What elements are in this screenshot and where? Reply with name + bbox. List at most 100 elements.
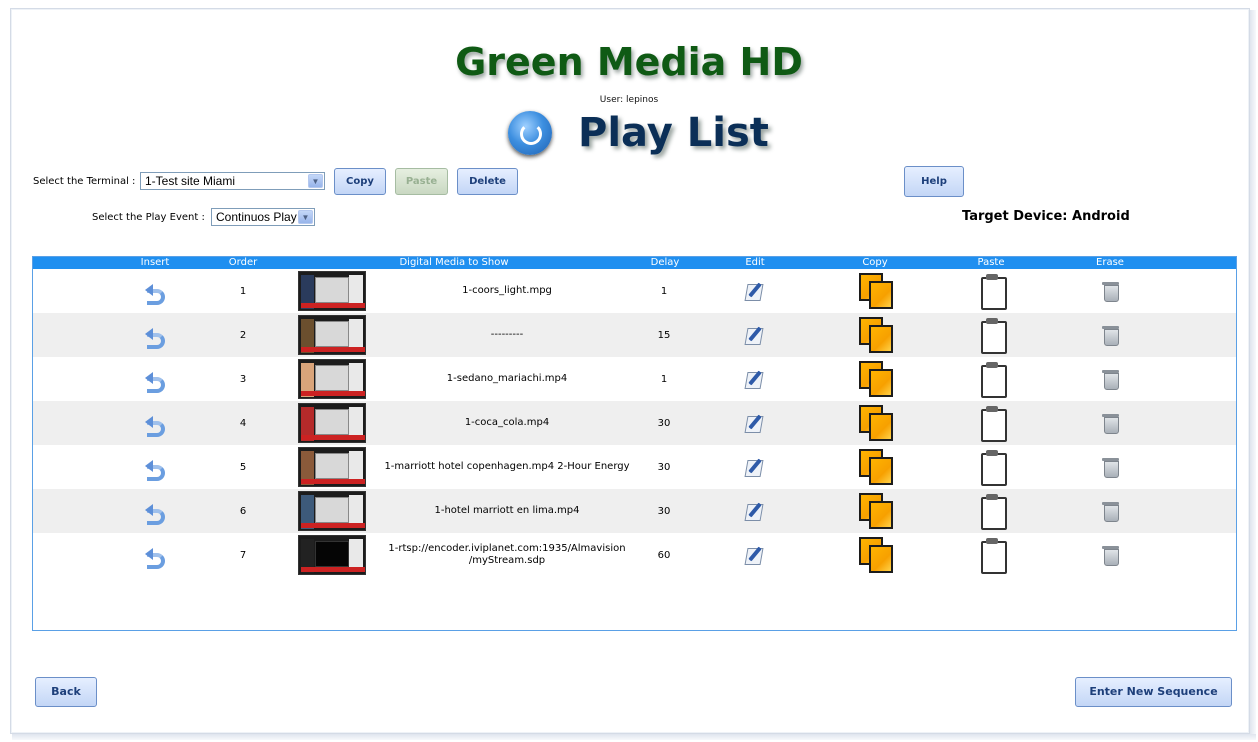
edit-icon[interactable] <box>745 457 765 477</box>
edit-cell <box>745 533 765 577</box>
table-row: 5 1-marriott hotel copenhagen.mp4 2-Hour … <box>33 445 1236 489</box>
media-name-cell: 1-hotel marriott en lima.mp4 <box>434 505 580 516</box>
thumbnail-detail <box>349 495 363 525</box>
thumbnail-detail <box>301 523 365 528</box>
erase-cell <box>1102 401 1120 445</box>
copy-terminal-button[interactable]: Copy <box>334 168 386 195</box>
thumbnail-detail <box>349 363 363 393</box>
thumbnail-detail <box>301 567 365 572</box>
paste-terminal-button[interactable]: Paste <box>395 168 448 195</box>
media-thumbnail[interactable] <box>298 359 366 399</box>
col-media: Digital Media to Show <box>399 257 509 268</box>
paste-icon[interactable] <box>980 406 1007 442</box>
insert-cell <box>145 269 165 313</box>
insert-cell <box>145 445 165 489</box>
copy-icon[interactable] <box>859 317 893 353</box>
paste-icon[interactable] <box>980 538 1007 574</box>
delay-cell: 30 <box>657 417 671 429</box>
app-title: Green Media HD <box>455 40 803 84</box>
copy-cell <box>859 357 893 401</box>
thumbnail-screen <box>315 321 349 347</box>
trash-icon[interactable] <box>1102 501 1120 522</box>
erase-cell <box>1102 269 1120 313</box>
erase-cell <box>1102 357 1120 401</box>
erase-cell <box>1102 489 1120 533</box>
media-thumbnail[interactable] <box>298 535 366 575</box>
thumbnail-detail <box>301 435 365 440</box>
terminal-label: Select the Terminal : <box>33 176 136 187</box>
media-thumbnail-cell <box>298 489 366 533</box>
paste-cell <box>980 357 1007 401</box>
media-name-cell: 1-marriott hotel copenhagen.mp4 2-Hour E… <box>384 461 630 472</box>
chevron-down-icon[interactable]: ▼ <box>298 210 313 224</box>
delete-terminal-button[interactable]: Delete <box>457 168 518 195</box>
media-thumbnail[interactable] <box>298 447 366 487</box>
trash-icon[interactable] <box>1102 545 1120 566</box>
media-thumbnail-cell <box>298 269 366 313</box>
copy-icon[interactable] <box>859 449 893 485</box>
edit-icon[interactable] <box>745 413 765 433</box>
table-row: 3 1-sedano_mariachi.mp4 1 <box>33 357 1236 401</box>
trash-icon[interactable] <box>1102 325 1120 346</box>
edit-icon[interactable] <box>745 281 765 301</box>
col-edit: Edit <box>745 257 765 268</box>
thumbnail-screen <box>315 365 349 391</box>
copy-icon[interactable] <box>859 493 893 529</box>
paste-icon[interactable] <box>980 318 1007 354</box>
copy-cell <box>859 533 893 577</box>
edit-icon[interactable] <box>745 545 765 565</box>
media-thumbnail[interactable] <box>298 271 366 311</box>
media-thumbnail[interactable] <box>298 403 366 443</box>
insert-arrow-icon[interactable] <box>145 503 165 525</box>
table-row: 4 1-coca_cola.mp4 30 <box>33 401 1236 445</box>
edit-icon[interactable] <box>745 325 765 345</box>
copy-icon[interactable] <box>859 361 893 397</box>
thumbnail-detail <box>301 303 365 308</box>
media-thumbnail[interactable] <box>298 491 366 531</box>
order-cell: 4 <box>239 417 247 429</box>
copy-cell <box>859 269 893 313</box>
media-thumbnail[interactable] <box>298 315 366 355</box>
insert-cell <box>145 533 165 577</box>
event-select[interactable]: Continuos Play ▼ <box>211 208 315 226</box>
insert-cell <box>145 401 165 445</box>
copy-icon[interactable] <box>859 405 893 441</box>
order-cell: 2 <box>239 329 247 341</box>
order-cell: 3 <box>239 373 247 385</box>
event-select-value: Continuos Play <box>216 210 297 224</box>
delay-cell: 15 <box>657 329 671 341</box>
paste-icon[interactable] <box>980 362 1007 398</box>
paste-icon[interactable] <box>980 274 1007 310</box>
media-thumbnail-cell <box>298 445 366 489</box>
trash-icon[interactable] <box>1102 413 1120 434</box>
edit-icon[interactable] <box>745 369 765 389</box>
chevron-down-icon[interactable]: ▼ <box>308 174 323 188</box>
back-button[interactable]: Back <box>35 677 97 707</box>
order-cell: 5 <box>239 461 247 473</box>
table-row: 7 1-rtsp://encoder.iviplanet.com:1935/Alm… <box>33 533 1236 577</box>
insert-arrow-icon[interactable] <box>145 371 165 393</box>
copy-icon[interactable] <box>859 537 893 573</box>
insert-arrow-icon[interactable] <box>145 283 165 305</box>
thumbnail-screen <box>315 277 349 303</box>
enter-new-sequence-button[interactable]: Enter New Sequence <box>1075 677 1232 707</box>
trash-icon[interactable] <box>1102 369 1120 390</box>
copy-icon[interactable] <box>859 273 893 309</box>
help-button[interactable]: Help <box>904 166 964 197</box>
insert-arrow-icon[interactable] <box>145 327 165 349</box>
insert-arrow-icon[interactable] <box>145 547 165 569</box>
table-row: 1 1-coors_light.mpg 1 <box>33 269 1236 313</box>
media-name-cell: 1-sedano_mariachi.mp4 <box>446 373 568 384</box>
trash-icon[interactable] <box>1102 457 1120 478</box>
edit-icon[interactable] <box>745 501 765 521</box>
paste-icon[interactable] <box>980 450 1007 486</box>
thumbnail-detail <box>301 347 365 352</box>
insert-arrow-icon[interactable] <box>145 459 165 481</box>
trash-icon[interactable] <box>1102 281 1120 302</box>
insert-arrow-icon[interactable] <box>145 415 165 437</box>
terminal-select[interactable]: 1-Test site Miami ▼ <box>140 172 325 190</box>
insert-cell <box>145 489 165 533</box>
table-body: 1 1-coors_light.mpg 1 2 --------- 15 3 1-sedano… <box>33 269 1236 577</box>
thumbnail-detail <box>349 319 363 349</box>
paste-icon[interactable] <box>980 494 1007 530</box>
